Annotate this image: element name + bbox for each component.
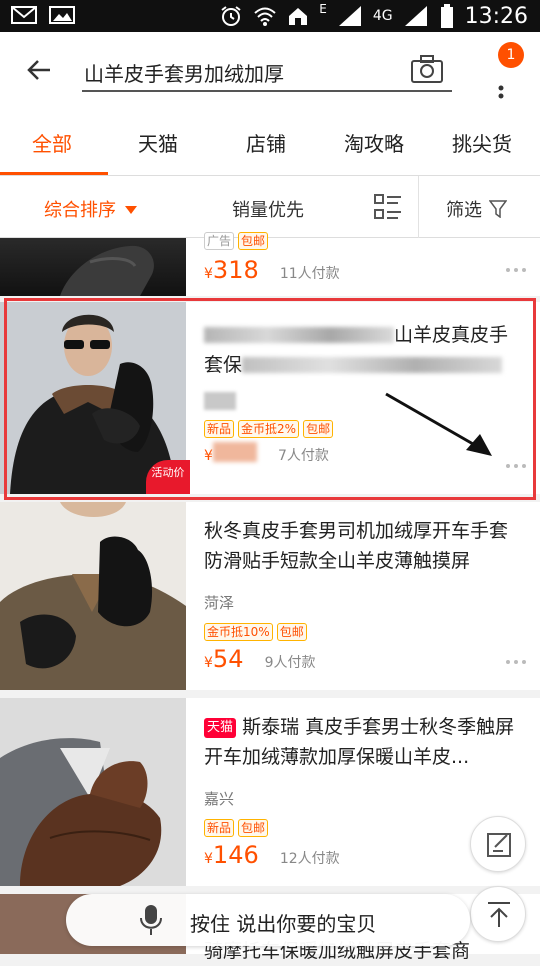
network-type: 4G — [372, 8, 393, 24]
filter-icon — [488, 200, 508, 219]
feedback-button[interactable] — [470, 816, 526, 872]
tab-premium[interactable]: 挑尖货 — [452, 128, 512, 157]
currency-symbol: ¥ — [204, 655, 213, 671]
price: ¥54 — [204, 645, 243, 673]
price-value: 146 — [212, 841, 259, 869]
list-item[interactable]: 广告 包邮 ¥318 11人付款 — [0, 232, 540, 296]
search-query: 山羊皮手套男加绒加厚 — [84, 62, 284, 86]
status-bar: E 4G 13:26 — [0, 0, 540, 32]
more-icon[interactable] — [504, 266, 528, 274]
mail-icon — [11, 6, 37, 24]
annotation-arrow-icon — [385, 392, 492, 456]
voice-search-label: 按住 说出你要的宝贝 — [190, 912, 377, 936]
ad-tag: 广告 — [204, 232, 235, 250]
product-title: 天猫 斯泰瑞 真皮手套男士秋冬季触屏开车加绒薄款加厚保暖山羊皮... — [204, 712, 516, 772]
tag: 包邮 — [238, 232, 269, 250]
sold-count: 9人付款 — [264, 655, 316, 671]
more-vertical-icon[interactable] — [488, 62, 518, 102]
tags-row: 金币抵10% 包邮 — [204, 623, 516, 641]
sort-default-label: 综合排序 — [44, 200, 116, 221]
product-image — [0, 502, 186, 690]
tab-all[interactable]: 全部 — [32, 128, 72, 157]
tags-row: 广告 包邮 — [204, 232, 516, 250]
sold-count: 11人付款 — [279, 266, 340, 282]
camera-icon[interactable] — [410, 54, 444, 84]
price-value: 54 — [212, 645, 244, 673]
tab-shops[interactable]: 店铺 — [246, 128, 286, 157]
filter-button[interactable]: 筛选 — [446, 196, 508, 222]
tag-coin-discount: 金币抵10% — [204, 623, 273, 641]
wifi-icon — [254, 7, 276, 26]
currency-symbol: ¥ — [204, 266, 213, 282]
alarm-icon — [221, 6, 241, 26]
currency-symbol: ¥ — [204, 851, 213, 867]
product-image — [0, 698, 186, 886]
list-item[interactable]: 天猫 斯泰瑞 真皮手套男士秋冬季触屏开车加绒薄款加厚保暖山羊皮... 嘉兴 新品… — [0, 698, 540, 886]
more-icon[interactable] — [504, 658, 528, 666]
sort-default[interactable]: 综合排序 — [44, 196, 138, 222]
edit-icon — [487, 833, 511, 857]
tag-free-shipping: 包邮 — [238, 819, 269, 837]
battery-icon — [440, 4, 453, 28]
tab-tmall[interactable]: 天猫 — [138, 128, 178, 157]
image-icon — [49, 6, 75, 24]
home-icon — [289, 8, 308, 25]
product-title-text: 斯泰瑞 真皮手套男士秋冬季触屏开车加绒薄款加厚保暖山羊皮... — [204, 716, 515, 768]
tag-new: 新品 — [204, 819, 235, 837]
brown-glove-image — [0, 698, 186, 886]
sold-count: 12人付款 — [279, 851, 340, 867]
product-image — [0, 238, 186, 296]
microphone-icon — [140, 905, 162, 935]
price-value: 318 — [212, 256, 259, 284]
signal-e-label: E — [319, 2, 327, 16]
price: ¥318 — [204, 256, 259, 284]
sort-bar: 综合排序 销量优先 筛选 — [0, 176, 540, 238]
list-item[interactable]: 秋冬真皮手套男司机加绒厚开车手套防滑贴手短款全山羊皮薄触摸屏 菏泽 金币抵10%… — [0, 502, 540, 690]
price-row: ¥318 11人付款 — [204, 256, 516, 284]
caret-down-icon — [125, 206, 138, 214]
divider — [418, 176, 419, 238]
tab-guides[interactable]: 淘攻略 — [344, 128, 404, 157]
price: ¥146 — [204, 841, 259, 869]
tmall-badge: 天猫 — [204, 718, 237, 738]
notification-badge[interactable]: 1 — [498, 42, 524, 68]
sort-by-sales[interactable]: 销量优先 — [232, 196, 304, 222]
search-input[interactable]: 山羊皮手套男加绒加厚 — [82, 52, 452, 92]
active-tab-indicator — [0, 172, 108, 175]
clock: 13:26 — [464, 3, 528, 29]
man-with-gloves-image — [0, 502, 186, 690]
search-header: 山羊皮手套男加绒加厚 — [0, 32, 540, 110]
back-arrow-icon[interactable] — [22, 52, 58, 88]
location: 嘉兴 — [204, 790, 235, 808]
tag-free-shipping: 包邮 — [276, 623, 307, 641]
back-to-top-button[interactable] — [470, 886, 526, 942]
location: 菏泽 — [204, 594, 235, 612]
category-tabs: 全部 天猫 店铺 淘攻略 挑尖货 — [0, 110, 540, 176]
tags-row: 新品 包邮 — [204, 819, 516, 837]
signal-icon — [338, 6, 361, 26]
price-row: ¥54 9人付款 — [204, 645, 516, 673]
glove-image — [60, 245, 154, 296]
signal-icon-2 — [404, 6, 427, 26]
product-title: 秋冬真皮手套男司机加绒厚开车手套防滑贴手短款全山羊皮薄触摸屏 — [204, 520, 509, 572]
voice-search-button[interactable]: 按住 说出你要的宝贝 — [66, 894, 470, 946]
filter-label: 筛选 — [446, 200, 482, 221]
list-view-icon[interactable] — [374, 194, 402, 220]
arrow-up-icon — [488, 902, 510, 927]
